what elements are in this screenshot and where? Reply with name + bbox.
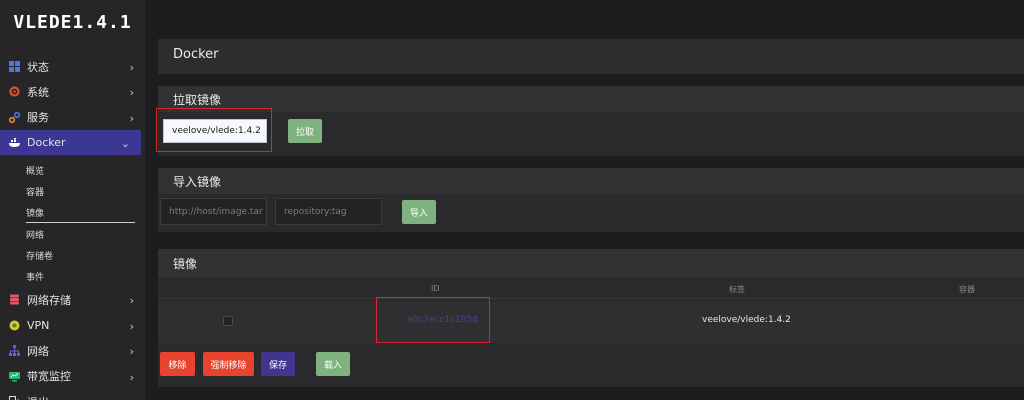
sidebar-subitem-containers[interactable]: 容器 bbox=[0, 181, 145, 202]
app-logo: VLEDE1.4.1 bbox=[13, 11, 132, 33]
page-header bbox=[158, 39, 1024, 74]
sidebar-item-label: 退出 bbox=[27, 394, 49, 400]
sidebar-item-network[interactable]: 网络 › bbox=[0, 338, 145, 364]
sidebar-item-vpn[interactable]: VPN › bbox=[0, 313, 145, 339]
page-title: Docker bbox=[173, 47, 219, 62]
column-header-container: 容器 bbox=[959, 285, 975, 294]
link-icon bbox=[9, 111, 20, 123]
sidebar-item-label: 网络 bbox=[27, 344, 49, 358]
gear-icon bbox=[9, 86, 20, 97]
chevron-right-icon: › bbox=[129, 370, 134, 384]
sidebar-item-label: 服务 bbox=[27, 111, 49, 125]
chevron-right-icon: › bbox=[129, 86, 134, 99]
import-section-title: 导入镜像 bbox=[158, 168, 1024, 194]
sidebar-subitem-images[interactable]: 镜像 bbox=[0, 202, 145, 223]
monitor-icon bbox=[9, 371, 20, 382]
import-button[interactable]: 导入 bbox=[402, 200, 436, 224]
sidebar: VLEDE1.4.1 状态 › 系统 › 服务 › Docker ⌄ 概览 容器… bbox=[0, 0, 145, 400]
sidebar-nav: 状态 › 系统 › 服务 › Docker ⌄ 概览 容器 镜像 网络 存储卷 … bbox=[0, 54, 145, 400]
images-section-title: 镜像 bbox=[158, 249, 1024, 277]
chevron-right-icon: › bbox=[129, 294, 134, 308]
chevron-right-icon: › bbox=[130, 396, 134, 400]
chevron-right-icon: › bbox=[129, 111, 134, 125]
table-row[interactable] bbox=[158, 301, 1024, 343]
chevron-down-icon: ⌄ bbox=[120, 137, 130, 150]
sidebar-item-services[interactable]: 服务 › bbox=[0, 105, 145, 131]
sidebar-item-docker[interactable]: Docker ⌄ bbox=[0, 130, 141, 155]
chevron-right-icon: › bbox=[129, 345, 134, 359]
sidebar-item-system[interactable]: 系统 › bbox=[0, 79, 145, 105]
sidebar-subitem-overview[interactable]: 概览 bbox=[0, 160, 145, 181]
sidebar-item-status[interactable]: 状态 › bbox=[0, 54, 145, 79]
highlight-box bbox=[156, 108, 272, 152]
pull-button[interactable]: 拉取 bbox=[288, 119, 322, 143]
grid-icon bbox=[9, 61, 20, 72]
import-url-input[interactable]: http://host/image.tar bbox=[160, 198, 267, 225]
logout-icon bbox=[9, 396, 20, 400]
sidebar-item-label: 带宽监控 bbox=[27, 370, 71, 384]
sidebar-subitem-networks[interactable]: 网络 bbox=[0, 224, 145, 245]
highlight-box bbox=[376, 297, 490, 343]
column-header-tag: 标签 bbox=[729, 285, 745, 294]
save-button[interactable]: 保存 bbox=[261, 352, 295, 376]
column-header-id: ID bbox=[431, 284, 440, 293]
image-tag: veelove/vlede:1.4.2 bbox=[702, 315, 791, 325]
sidebar-item-label: 网络存储 bbox=[27, 293, 71, 307]
docker-icon bbox=[9, 137, 20, 148]
sidebar-item-network-storage[interactable]: 网络存储 › bbox=[0, 287, 145, 313]
remove-button[interactable]: 移除 bbox=[160, 352, 195, 376]
force-remove-button[interactable]: 强制移除 bbox=[203, 352, 254, 376]
network-icon bbox=[9, 345, 20, 357]
sidebar-item-bandwidth[interactable]: 带宽监控 › bbox=[0, 364, 145, 390]
pull-section-title: 拉取镜像 bbox=[158, 86, 1024, 112]
sidebar-item-label: 系统 bbox=[27, 85, 49, 99]
sidebar-item-label: 状态 bbox=[27, 60, 49, 74]
chevron-right-icon: › bbox=[129, 61, 134, 74]
sidebar-item-label: Docker bbox=[27, 136, 66, 149]
import-tag-input[interactable]: repository:tag bbox=[275, 198, 382, 225]
vpn-icon bbox=[9, 320, 20, 331]
load-button[interactable]: 载入 bbox=[316, 352, 350, 376]
storage-icon bbox=[9, 294, 20, 305]
row-checkbox[interactable] bbox=[223, 316, 233, 326]
sidebar-subitem-events[interactable]: 事件 bbox=[0, 266, 145, 287]
sidebar-item-logout[interactable]: 退出 › bbox=[0, 389, 145, 400]
table-divider bbox=[158, 298, 1024, 299]
chevron-right-icon: › bbox=[129, 319, 134, 333]
sidebar-subitem-volumes[interactable]: 存储卷 bbox=[0, 245, 145, 266]
sidebar-item-label: VPN bbox=[27, 318, 50, 332]
